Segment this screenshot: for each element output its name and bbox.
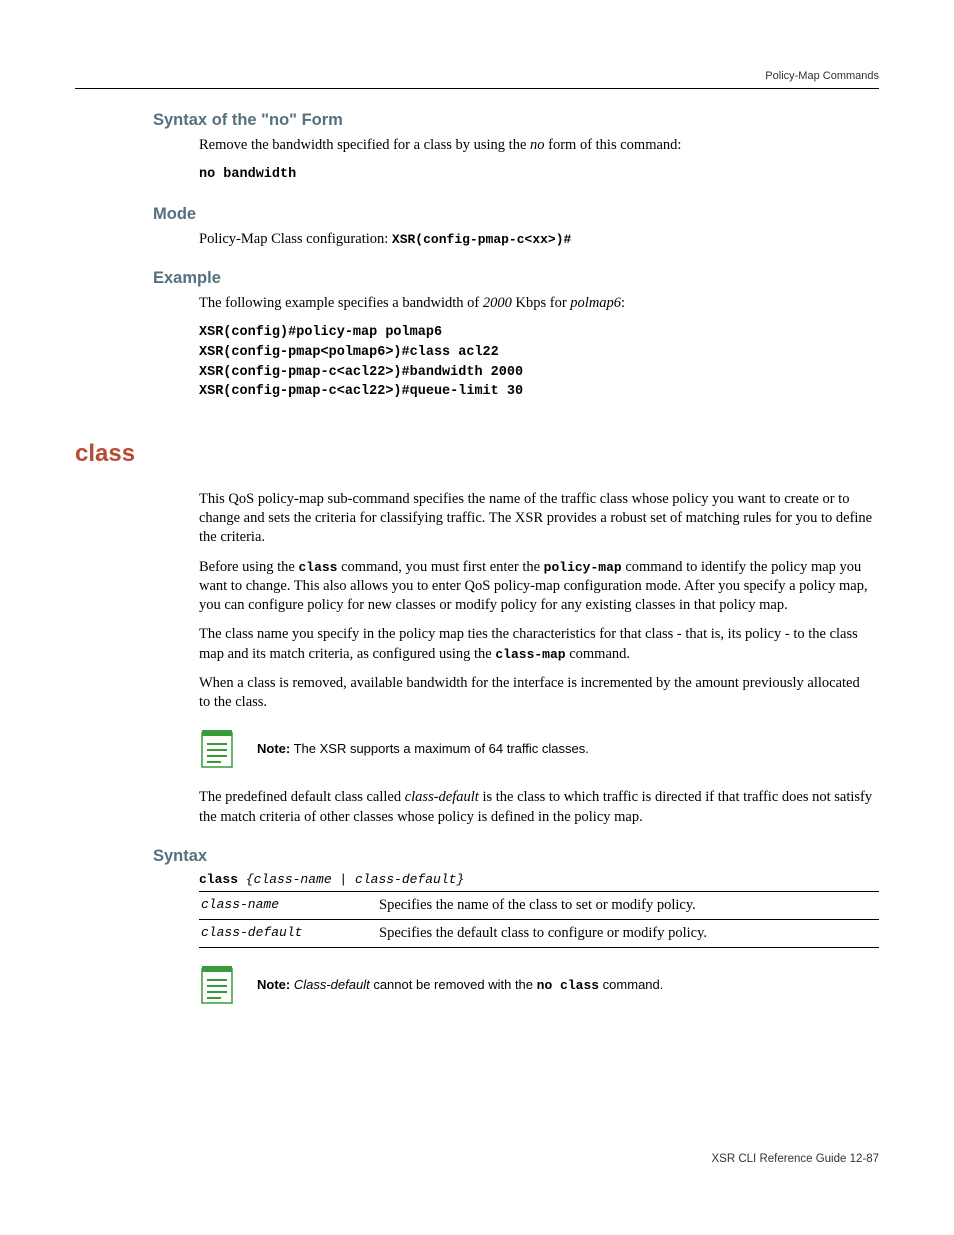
code-example-block: XSR(config)#policy-map polmap6 XSR(confi… (199, 323, 879, 401)
page-footer: XSR CLI Reference Guide 12-87 (712, 1153, 879, 1165)
note-icon (199, 730, 235, 770)
code-inline: class (298, 560, 337, 575)
text-italic: polmap6 (570, 295, 621, 311)
code-inline: class-map (495, 647, 565, 662)
heading-mode: Mode (153, 205, 879, 224)
text: Policy-Map Class configuration: (199, 231, 392, 247)
text-italic: class-default (405, 789, 479, 805)
text: This QoS policy-map sub-command specifie… (199, 490, 874, 548)
table-row: class-default Specifies the default clas… (199, 920, 879, 948)
syntax-table: class-name Specifies the name of the cla… (199, 891, 879, 948)
para-class-default: The predefined default class called clas… (199, 788, 874, 827)
note-text: Note: The XSR supports a maximum of 64 t… (257, 730, 589, 758)
heading-syntax: Syntax (153, 847, 879, 866)
note-icon (199, 966, 235, 1006)
text: When a class is removed, available bandw… (199, 674, 874, 713)
syntax-term: class-default (199, 920, 377, 948)
text: form of this command: (545, 137, 682, 153)
heading-class-command: class (75, 440, 879, 468)
note-max-classes: Note: The XSR supports a maximum of 64 t… (199, 730, 879, 770)
text: Kbps for (512, 295, 570, 311)
code-inline: no class (537, 978, 599, 993)
syntax-args: {class-name | class-default} (238, 872, 464, 887)
para-mode: Policy-Map Class configuration: XSR(conf… (199, 230, 874, 249)
page: Policy-Map Commands Syntax of the "no" F… (0, 0, 954, 1235)
syntax-desc: Specifies the default class to configure… (377, 920, 879, 948)
text-italic: Class-default (290, 977, 369, 992)
text: The XSR supports a maximum of 64 traffic… (290, 741, 589, 756)
note-class-default: Note: Class-default cannot be removed wi… (199, 966, 879, 1006)
text: command. (599, 977, 663, 992)
syntax-desc: Specifies the name of the class to set o… (377, 892, 879, 920)
text: command. (566, 646, 630, 662)
code-mode-prompt: XSR(config-pmap-c<xx>)# (392, 232, 571, 247)
text: The following example specifies a bandwi… (199, 295, 483, 311)
code-no-bandwidth: no bandwidth (199, 165, 879, 185)
table-row: class-name Specifies the name of the cla… (199, 892, 879, 920)
heading-example: Example (153, 269, 879, 288)
running-header: Policy-Map Commands (75, 70, 879, 89)
para-example: The following example specifies a bandwi… (199, 294, 874, 313)
code-inline: policy-map (544, 560, 622, 575)
note-text: Note: Class-default cannot be removed wi… (257, 966, 663, 995)
text: The predefined default class called (199, 789, 405, 805)
text: Before using the (199, 559, 298, 575)
syntax-keyword: class (199, 872, 238, 887)
para-syntax-no-form: Remove the bandwidth specified for a cla… (199, 136, 874, 155)
text-italic: no (530, 137, 545, 153)
para-class-intro: This QoS policy-map sub-command specifie… (199, 490, 874, 713)
syntax-term: class-name (199, 892, 377, 920)
note-label: Note: (257, 977, 290, 992)
text: Remove the bandwidth specified for a cla… (199, 137, 530, 153)
text: cannot be removed with the (370, 977, 537, 992)
syntax-line: class {class-name | class-default} (199, 872, 879, 887)
text: command, you must first enter the (337, 559, 543, 575)
text-italic: 2000 (483, 295, 512, 311)
heading-syntax-no-form: Syntax of the "no" Form (153, 111, 879, 130)
note-label: Note: (257, 741, 290, 756)
text: : (621, 295, 625, 311)
